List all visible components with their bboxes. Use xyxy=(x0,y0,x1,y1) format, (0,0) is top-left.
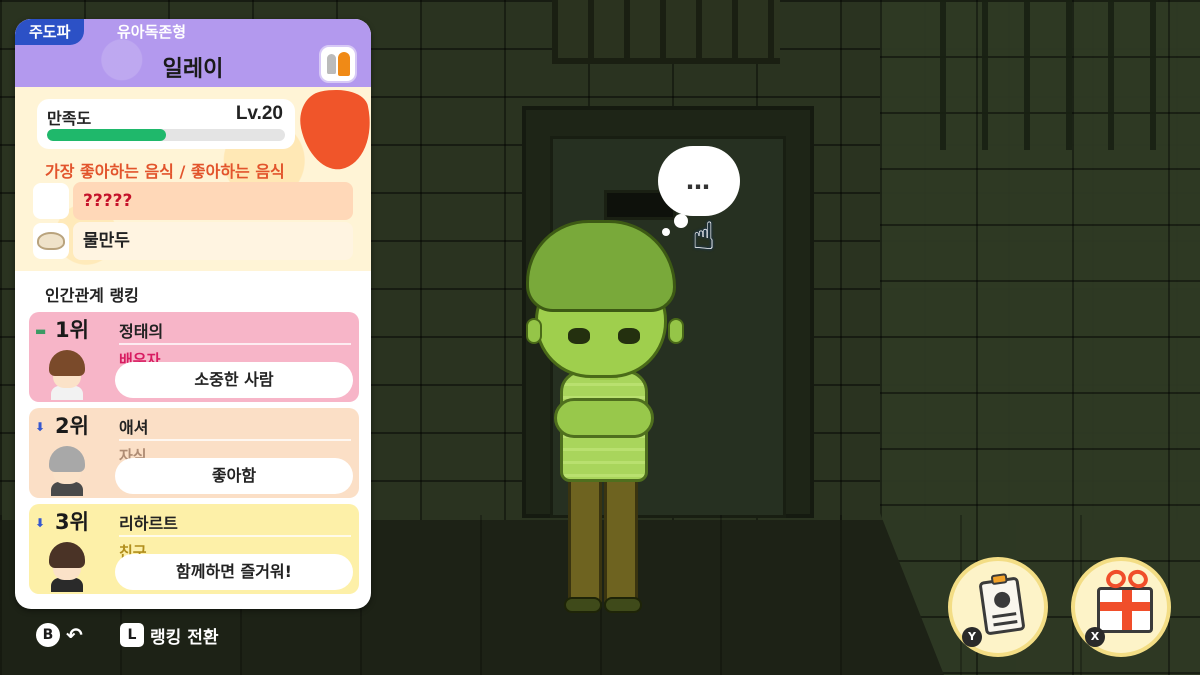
ceiling-grate xyxy=(552,0,780,64)
satisfaction-bar-fill xyxy=(47,129,166,141)
character-name: 일레이 xyxy=(162,57,224,82)
avatar xyxy=(41,444,93,496)
avatar xyxy=(41,540,93,592)
back-control[interactable]: B ↶ xyxy=(36,622,83,648)
l-button-icon: L xyxy=(120,623,144,647)
relation-comment: 좋아함 xyxy=(115,458,353,494)
satisfaction-label: 만족도 xyxy=(47,109,92,128)
person-icon-active xyxy=(337,52,350,76)
character-eye xyxy=(568,328,590,344)
character-arms xyxy=(554,398,654,438)
ranking-entry[interactable]: ⬇ 3위 리하르트 친구 함께하면 즐거워! xyxy=(29,504,359,594)
rank-position: 1위 xyxy=(55,318,89,342)
rank-character-name: 애셔 xyxy=(119,418,149,437)
gift-button[interactable]: X xyxy=(1071,557,1171,657)
trend-same-icon: ▬ xyxy=(35,324,47,338)
personality-subtype: 유아독존형 xyxy=(117,23,187,41)
ranking-switch-control[interactable]: L 랭킹 전환 xyxy=(120,622,218,648)
relation-comment: 함께하면 즐거워! xyxy=(115,554,353,590)
character-hair xyxy=(526,220,676,312)
character-info-panel: 주도파 유아독존형 일레이 만족도 Lv.20 가장 좋아하는 음식 / 좋아하… xyxy=(15,19,371,609)
character-avatar[interactable] xyxy=(520,220,690,620)
ranking-heading: 인간관계 랭킹 xyxy=(45,286,139,305)
ranking-entry[interactable]: ▬ 1위 정태의 배우자 소중한 사람 xyxy=(29,312,359,402)
avatar xyxy=(41,348,93,400)
person-icon xyxy=(326,54,336,74)
liked-food-row: 물만두 xyxy=(33,222,353,260)
ranking-entry[interactable]: ⬇ 2위 애셔 자식 좋아함 xyxy=(29,408,359,498)
gift-icon xyxy=(1097,567,1153,633)
satisfaction-level: Lv.20 xyxy=(235,103,283,124)
unknown-food-icon xyxy=(33,183,69,219)
character-legs xyxy=(564,475,642,613)
speech-bubble[interactable]: … xyxy=(658,146,740,216)
favorite-food-row: ????? xyxy=(33,182,353,220)
satisfaction-bar xyxy=(47,129,285,141)
rank-character-name: 리하르트 xyxy=(119,514,178,533)
y-button-icon: Y xyxy=(962,627,982,647)
window-bars xyxy=(940,0,1190,150)
ranking-switch-label: 랭킹 전환 xyxy=(150,627,219,648)
trend-down-icon: ⬇ xyxy=(35,420,46,434)
dumpling-icon xyxy=(33,223,69,259)
food-heading: 가장 좋아하는 음식 / 좋아하는 음식 xyxy=(45,162,285,181)
rank-position: 3위 xyxy=(55,510,89,534)
profile-button[interactable]: Y xyxy=(948,557,1048,657)
gender-toggle-button[interactable] xyxy=(319,45,357,83)
favorite-food-name: ????? xyxy=(73,182,353,220)
rank-character-name: 정태의 xyxy=(119,322,164,341)
panel-header: 주도파 유아독존형 일레이 xyxy=(15,19,371,87)
b-button-icon: B xyxy=(36,623,60,647)
pointer-hand-icon: ☝ xyxy=(692,214,716,258)
trend-down-icon: ⬇ xyxy=(35,516,46,530)
back-arrow-icon: ↶ xyxy=(66,623,83,647)
rank-position: 2위 xyxy=(55,414,89,438)
character-eye xyxy=(618,328,640,344)
clipboard-icon xyxy=(978,573,1026,636)
liked-food-name: 물만두 xyxy=(73,222,353,260)
relation-comment: 소중한 사람 xyxy=(115,362,353,398)
satisfaction-box: 만족도 Lv.20 xyxy=(37,99,295,149)
personality-tag: 주도파 xyxy=(15,19,85,45)
x-button-icon: X xyxy=(1085,627,1105,647)
